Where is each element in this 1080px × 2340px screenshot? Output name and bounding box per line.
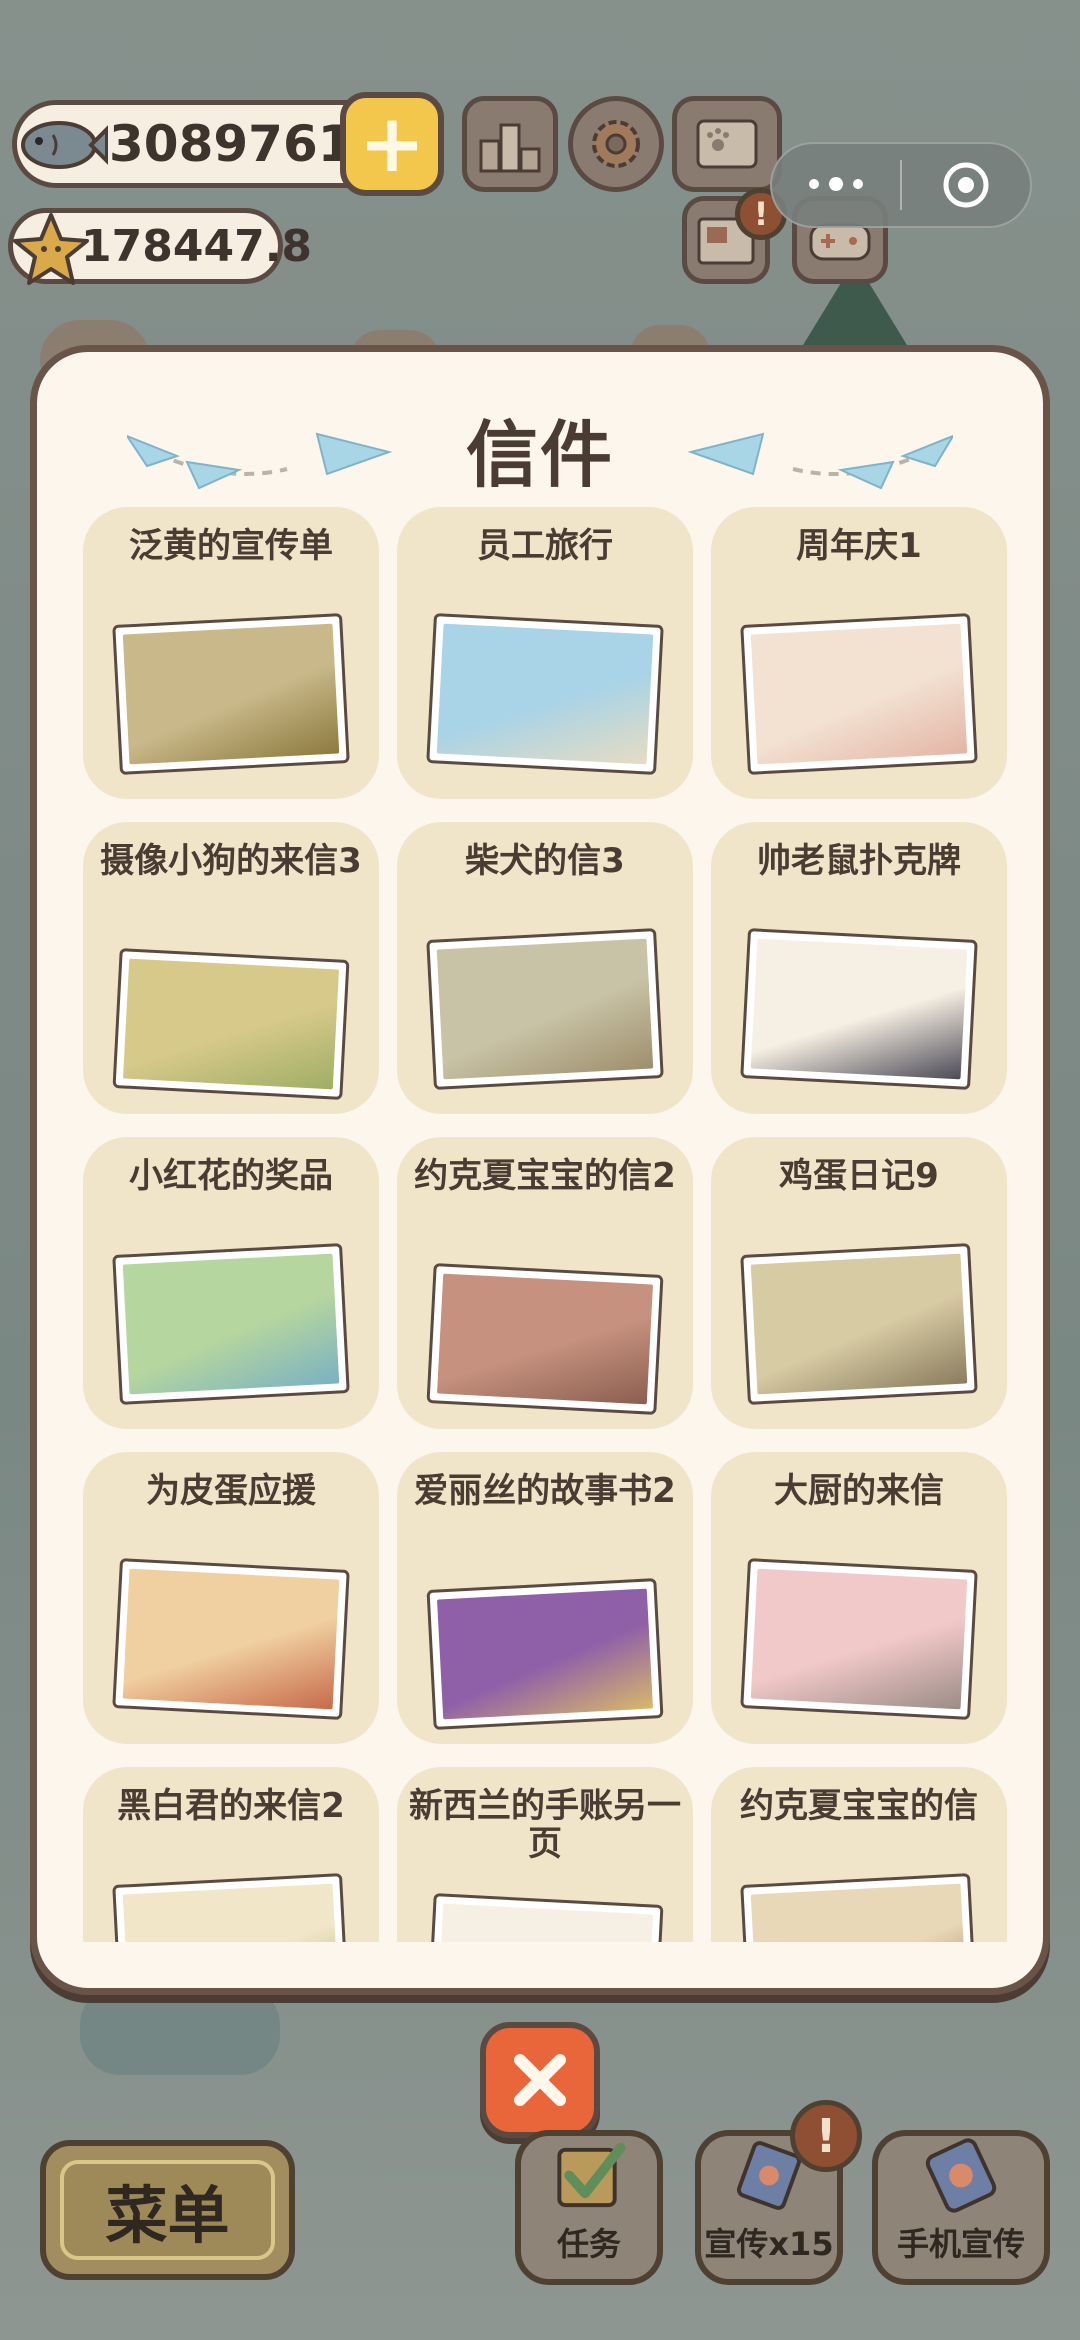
promo-alert-badge: !	[790, 2100, 862, 2172]
more-dots-icon[interactable]	[772, 177, 900, 191]
letter-card[interactable]: 周年庆1	[711, 507, 1007, 799]
letter-card[interactable]: 约克夏宝宝的信2	[397, 1137, 693, 1429]
letter-title: 爱丽丝的故事书2	[414, 1471, 676, 1511]
letter-thumbnail	[740, 1558, 978, 1720]
letter-thumbnail	[426, 928, 664, 1090]
letter-title: 为皮蛋应援	[146, 1471, 316, 1511]
star-currency-display: 178447.8	[8, 208, 312, 285]
letter-illustration	[750, 1568, 968, 1710]
letter-card[interactable]: 小红花的奖品	[83, 1137, 379, 1429]
letter-thumbnail	[112, 1873, 350, 1942]
letter-card[interactable]: 摄像小狗的来信3	[83, 822, 379, 1114]
badge-text: !	[753, 195, 769, 233]
ranking-button[interactable]	[462, 96, 558, 192]
letter-thumbnail	[426, 613, 664, 775]
add-fish-button[interactable]: +	[340, 92, 444, 196]
menu-button-inner: 菜单	[60, 2160, 275, 2260]
letters-grid: 泛黄的宣传单 员工旅行 周年庆1 摄像小狗的来信3 柴犬的信3 帅老鼠扑克牌 小红花的奖品约…	[83, 507, 1013, 1942]
letter-illustration	[122, 1253, 340, 1395]
ranking-icon	[479, 123, 541, 173]
letter-illustration	[437, 1588, 653, 1720]
letter-title: 约克夏宝宝的信2	[414, 1156, 676, 1196]
handbook-button[interactable]	[672, 96, 782, 192]
phone-promo-label: 手机宣传	[896, 2225, 1025, 2263]
letter-illustration	[437, 1903, 653, 1942]
fish-icon	[21, 121, 108, 169]
letter-thumbnail	[112, 1243, 350, 1405]
letter-card[interactable]: 为皮蛋应援	[83, 1452, 379, 1744]
letter-title: 周年庆1	[796, 526, 922, 566]
gear-icon	[592, 120, 640, 168]
letter-title: 鸡蛋日记9	[779, 1156, 939, 1196]
letter-title: 泛黄的宣传单	[129, 526, 333, 566]
letter-card[interactable]: 帅老鼠扑克牌	[711, 822, 1007, 1114]
letter-thumbnail	[426, 1578, 664, 1730]
letter-card[interactable]: 新西兰的手账另一页	[397, 1767, 693, 1942]
letter-card[interactable]: 约克夏宝宝的信	[711, 1767, 1007, 1942]
letter-thumbnail	[740, 1243, 978, 1405]
letter-illustration	[750, 938, 968, 1080]
paper-plane-icon	[687, 432, 953, 490]
letter-title: 黑白君的来信2	[117, 1786, 345, 1826]
letter-illustration	[437, 1273, 653, 1405]
letter-title: 柴犬的信3	[465, 841, 625, 881]
miniprogram-capsule	[770, 142, 1032, 228]
letter-illustration	[123, 958, 339, 1090]
target-icon	[943, 162, 989, 208]
letter-illustration	[122, 1883, 340, 1942]
star-count: 178447.8	[81, 220, 313, 272]
letter-title: 大厨的来信	[774, 1471, 944, 1511]
letter-thumbnail	[112, 613, 350, 775]
letter-thumbnail	[426, 1263, 664, 1415]
letter-title: 摄像小狗的来信3	[100, 841, 362, 881]
letter-card[interactable]: 黑白君的来信2	[83, 1767, 379, 1942]
plus-icon: +	[358, 97, 426, 190]
paw-book-icon	[696, 119, 758, 169]
settings-button[interactable]	[568, 96, 664, 192]
menu-label: 菜单	[105, 2179, 230, 2252]
letter-illustration	[122, 623, 340, 765]
star-icon	[13, 213, 89, 285]
letter-illustration	[750, 623, 968, 765]
badge-text: !	[815, 2109, 837, 2163]
letter-illustration	[750, 1253, 968, 1395]
promo-label: 宣传x15	[704, 2225, 834, 2263]
letter-card[interactable]: 鸡蛋日记9	[711, 1137, 1007, 1429]
letter-illustration	[436, 938, 654, 1080]
letter-title: 员工旅行	[477, 526, 613, 566]
letter-thumbnail	[426, 1893, 664, 1942]
letter-thumbnail	[740, 928, 978, 1090]
close-icon	[514, 2054, 566, 2106]
close-button[interactable]	[480, 2022, 600, 2138]
letter-card[interactable]: 爱丽丝的故事书2	[397, 1452, 693, 1744]
letter-title: 新西兰的手账另一页	[409, 1786, 681, 1864]
task-button[interactable]: 任务	[515, 2130, 663, 2285]
letter-illustration	[436, 623, 654, 765]
letter-title: 小红花的奖品	[129, 1156, 333, 1196]
task-label: 任务	[556, 2225, 621, 2263]
letter-title: 约克夏宝宝的信	[740, 1786, 978, 1826]
checkbox-icon	[557, 2142, 626, 2208]
letter-illustration	[750, 1883, 968, 1942]
letter-thumbnail	[112, 1558, 350, 1720]
letter-card[interactable]: 大厨的来信	[711, 1452, 1007, 1744]
phone-promo-button[interactable]: 手机宣传	[872, 2130, 1050, 2285]
letter-card[interactable]: 员工旅行	[397, 507, 693, 799]
exit-miniprogram-button[interactable]	[902, 159, 1030, 211]
letters-modal: 信件 泛黄的宣传单 员工旅行 周年庆1 摄像小狗的来信3 柴犬的信3 帅老鼠扑克牌 小红花的…	[30, 345, 1050, 1995]
letter-card[interactable]: 柴犬的信3	[397, 822, 693, 1114]
letter-card[interactable]: 泛黄的宣传单	[83, 507, 379, 799]
letter-illustration	[122, 1568, 340, 1710]
menu-button[interactable]: 菜单	[40, 2140, 295, 2280]
letter-thumbnail	[112, 948, 350, 1100]
background-decoration	[80, 1985, 280, 2075]
phone-promo-icon	[925, 2138, 997, 2213]
letter-thumbnail	[740, 1873, 978, 1942]
letter-title: 帅老鼠扑克牌	[757, 841, 961, 881]
letter-thumbnail	[740, 613, 978, 775]
